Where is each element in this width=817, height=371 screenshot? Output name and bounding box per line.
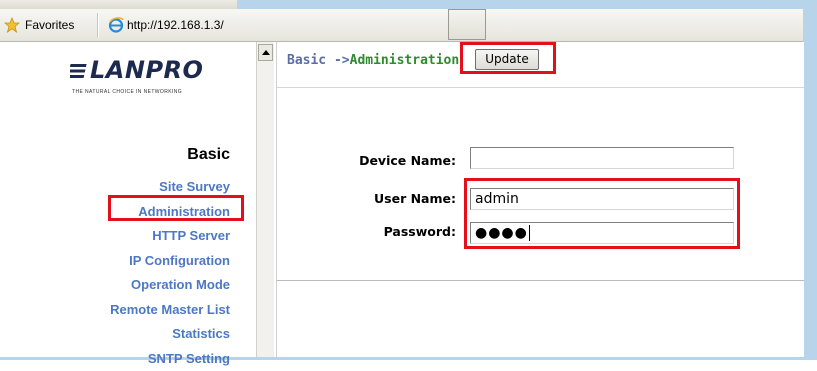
lanpro-logo: LANPRO THE NATURAL CHOICE IN NETWORKING: [70, 56, 230, 104]
scroll-up-arrow-icon[interactable]: [258, 44, 273, 61]
nav-item-operation-mode[interactable]: Operation Mode: [110, 273, 230, 298]
favbar-separator: [97, 13, 99, 37]
device-name-label: Device Name:: [359, 153, 456, 168]
lanpro-logo-mark-icon: [70, 62, 88, 80]
star-icon: [4, 17, 20, 33]
user-name-label: User Name:: [374, 191, 456, 206]
internet-explorer-icon: [108, 17, 124, 33]
nav-item-http-server[interactable]: HTTP Server: [110, 224, 230, 249]
breadcrumb: Basic ->Administration: [287, 53, 467, 68]
device-name-input[interactable]: [470, 147, 734, 169]
logo-tagline: THE NATURAL CHOICE IN NETWORKING: [72, 89, 182, 95]
favorite-url-label: http://192.168.1.3/: [127, 18, 224, 32]
favorites-bar: Favorites http://192.168.1.3/: [0, 9, 803, 42]
main-content: Basic ->Administration Update Device Nam…: [276, 42, 804, 357]
logo-text: LANPRO: [90, 56, 203, 84]
left-nav-panel: LANPRO THE NATURAL CHOICE IN NETWORKING …: [0, 42, 252, 357]
breadcrumb-prefix: Basic ->: [287, 53, 350, 68]
password-label: Password:: [384, 224, 456, 239]
footer-divider: [277, 280, 804, 281]
favorites-button[interactable]: Favorites: [4, 12, 74, 38]
breadcrumb-current: Administration: [350, 53, 460, 68]
nav-scrollbar[interactable]: [256, 42, 274, 357]
nav-item-ip-configuration[interactable]: IP Configuration: [110, 249, 230, 274]
header-divider: [277, 87, 804, 88]
favorite-link-router[interactable]: http://192.168.1.3/: [108, 12, 224, 38]
favbar-toolbar-button[interactable]: [448, 9, 486, 40]
update-highlight-box: [460, 42, 556, 74]
credentials-highlight-box: [464, 178, 740, 249]
browser-toolbar-strip: [0, 0, 237, 9]
screenshot-frame-top: [237, 0, 817, 9]
nav-item-sntp-setting[interactable]: SNTP Setting: [110, 347, 230, 371]
favorites-label: Favorites: [25, 18, 74, 32]
nav-item-statistics[interactable]: Statistics: [110, 322, 230, 347]
nav-item-remote-master-list[interactable]: Remote Master List: [110, 298, 230, 323]
administration-highlight-box: [108, 195, 244, 221]
nav-section-title: Basic: [187, 146, 230, 164]
screenshot-frame-right: [803, 0, 817, 360]
